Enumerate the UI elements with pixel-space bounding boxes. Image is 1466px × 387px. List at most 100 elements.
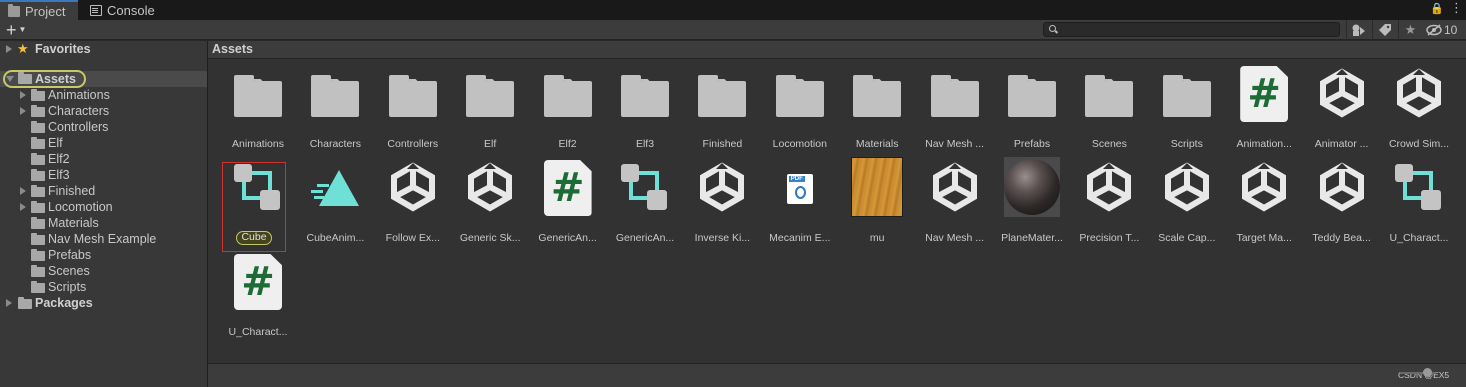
filter-type-icon [1352, 24, 1365, 36]
asset-item[interactable]: Scenes [1072, 68, 1146, 156]
tree-item-label: Locomotion [48, 200, 113, 214]
folder-icon [775, 75, 824, 117]
slider-handle[interactable] [1423, 368, 1432, 377]
tree-packages[interactable]: Packages [0, 295, 207, 311]
search-input[interactable] [1060, 23, 1330, 36]
tree-item-animations[interactable]: Animations [0, 87, 207, 103]
tree-item-prefabs[interactable]: Prefabs [0, 247, 207, 263]
asset-item[interactable]: Target Ma... [1227, 162, 1301, 250]
asset-item[interactable]: Finished [685, 68, 759, 156]
asset-item[interactable]: # Animation... [1227, 66, 1301, 156]
asset-item-label: Animator ... [1314, 138, 1369, 150]
tree-item-label: Nav Mesh Example [48, 232, 157, 246]
unity-scene-icon [696, 161, 748, 216]
expand-arrow-icon[interactable] [20, 107, 26, 115]
folder-icon [234, 75, 282, 117]
asset-item-label: Target Ma... [1236, 232, 1292, 244]
tree-item-scenes[interactable]: Scenes [0, 263, 207, 279]
asset-item[interactable]: Elf [453, 68, 527, 156]
asset-item[interactable]: Materials [840, 68, 914, 156]
tree-item-elf[interactable]: Elf [0, 135, 207, 151]
create-button[interactable]: + ▼ [6, 20, 26, 40]
tree-item-materials[interactable]: Materials [0, 215, 207, 231]
asset-item[interactable]: Crowd Sim... [1382, 68, 1456, 156]
asset-item[interactable]: CubeAnim... [298, 162, 372, 250]
unity-scene-icon [1238, 161, 1290, 216]
asset-item[interactable]: Nav Mesh ... [918, 162, 992, 250]
folder-icon [31, 121, 45, 133]
assets-selection-ring [3, 70, 86, 88]
tree-item-finished[interactable]: Finished [0, 183, 207, 199]
asset-browser: Assets Animations Characters Controllers El… [208, 41, 1466, 387]
folder-icon [621, 75, 669, 117]
asset-item[interactable]: Elf2 [531, 68, 605, 156]
asset-item[interactable]: Locomotion [763, 68, 837, 156]
search-by-label-button[interactable] [1372, 20, 1396, 40]
folder-icon [31, 233, 45, 245]
unity-scene-icon [1161, 161, 1213, 216]
asset-item[interactable]: GenericAn... [608, 162, 682, 250]
folder-icon [388, 75, 437, 117]
asset-item-label: U_Charact... [1389, 232, 1449, 244]
expand-arrow-icon[interactable] [20, 91, 26, 99]
asset-item[interactable]: Animator ... [1305, 68, 1379, 156]
asset-item[interactable]: Nav Mesh ... [918, 68, 992, 156]
tree-item-controllers[interactable]: Controllers [0, 119, 207, 135]
asset-item[interactable]: Inverse Ki... [685, 162, 759, 250]
unity-scene-icon [929, 161, 981, 216]
expand-arrow-icon[interactable] [6, 299, 12, 307]
eye-hidden-icon [1426, 24, 1442, 36]
asset-item-label: U_Charact... [228, 326, 288, 338]
asset-item-label: Mecanim E... [769, 232, 831, 244]
more-menu-icon[interactable]: ⋮ [1450, 0, 1463, 16]
search-box[interactable] [1043, 22, 1340, 37]
asset-item[interactable]: # GenericAn... [531, 160, 605, 250]
asset-item[interactable]: Follow Ex... [376, 162, 450, 250]
asset-item[interactable]: mu [840, 157, 914, 250]
asset-item[interactable]: Precision T... [1072, 162, 1146, 250]
tree-item-characters[interactable]: Characters [0, 103, 207, 119]
tree-item-label: Elf [48, 136, 63, 150]
asset-item[interactable]: PDF Mecanim E... [763, 162, 837, 250]
asset-item[interactable]: Scripts [1150, 68, 1224, 156]
asset-item[interactable]: Elf3 [608, 68, 682, 156]
asset-item[interactable]: Prefabs [995, 68, 1069, 156]
hidden-packages-toggle[interactable]: 10 [1426, 20, 1457, 40]
tree-item-scripts[interactable]: Scripts [0, 279, 207, 295]
asset-item-label: Materials [855, 138, 899, 150]
tree-item-locomotion[interactable]: Locomotion [0, 199, 207, 215]
tree-item-nav-mesh-example[interactable]: Nav Mesh Example [0, 231, 207, 247]
tab-console[interactable]: Console [82, 0, 163, 20]
asset-item[interactable]: Animations [221, 68, 295, 156]
unity-scene-icon [1316, 67, 1368, 122]
asset-item[interactable]: Teddy Bea... [1305, 162, 1379, 250]
asset-item-label: Scripts [1170, 138, 1203, 150]
expand-arrow-icon[interactable] [20, 187, 26, 195]
expand-arrow-icon[interactable] [20, 203, 26, 211]
tree-favorites-label: Favorites [35, 42, 91, 56]
asset-item[interactable]: U_Charact... [1382, 162, 1456, 250]
tree-item-elf3[interactable]: Elf3 [0, 167, 207, 183]
asset-item[interactable]: Characters [298, 68, 372, 156]
asset-item[interactable]: Controllers [376, 68, 450, 156]
search-by-type-button[interactable] [1346, 20, 1370, 40]
favorites-button[interactable]: ★ [1398, 20, 1422, 40]
folder-icon [543, 75, 592, 117]
tree-item-elf2[interactable]: Elf2 [0, 151, 207, 167]
asset-item[interactable]: PlaneMater... [995, 157, 1069, 250]
tree-item-label: Controllers [48, 120, 109, 134]
asset-item-label: Nav Mesh ... [925, 232, 985, 244]
tree-favorites[interactable]: ★ Favorites [0, 41, 207, 57]
asset-item[interactable]: Generic Sk... [453, 162, 527, 250]
asset-item-label: Elf3 [635, 138, 655, 150]
tab-project[interactable]: Project [0, 0, 78, 20]
asset-item[interactable]: Scale Cap... [1150, 162, 1224, 250]
folder-icon [853, 75, 902, 117]
expand-arrow-icon[interactable] [6, 45, 12, 53]
folder-icon [31, 281, 45, 293]
folder-icon [1008, 75, 1056, 117]
breadcrumb[interactable]: Assets [208, 41, 1466, 59]
lock-icon[interactable]: 🔒 [1430, 2, 1444, 15]
csharp-script-icon: # [234, 254, 282, 310]
asset-item[interactable]: # U_Charact... [221, 254, 295, 344]
